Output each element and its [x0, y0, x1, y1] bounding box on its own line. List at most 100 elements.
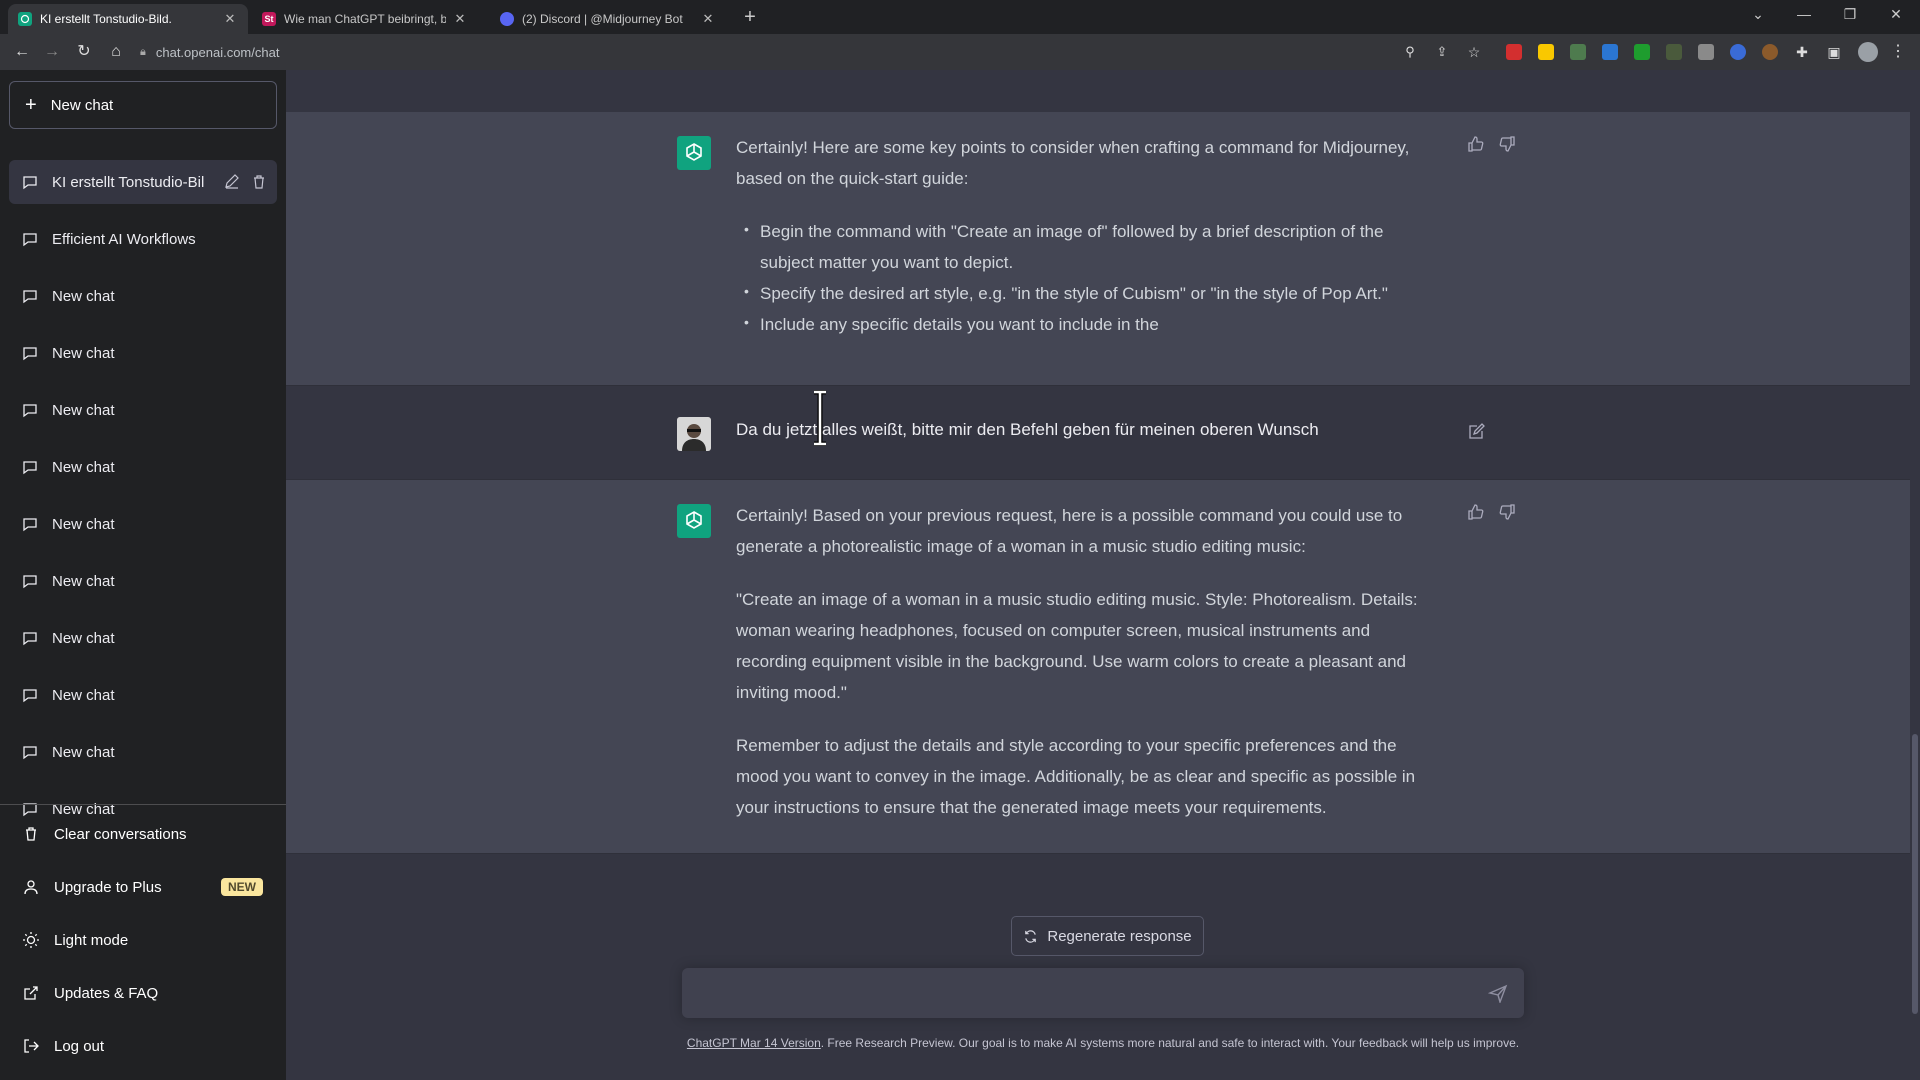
tab-title: Wie man ChatGPT beibringt, bes — [284, 12, 446, 26]
chat-scrollbar[interactable] — [1912, 734, 1918, 1014]
conversation-item[interactable]: New chat — [9, 274, 277, 318]
conversation-label: New chat — [52, 287, 115, 305]
camera-extension-icon[interactable] — [1698, 44, 1714, 60]
conversation-item[interactable]: New chat — [9, 616, 277, 660]
conversation-item[interactable]: New chat — [9, 730, 277, 774]
close-tab-icon[interactable]: ✕ — [700, 11, 716, 27]
extension-brown-icon[interactable] — [1762, 44, 1778, 60]
bullet-item: Include any specific details you want to… — [736, 307, 1436, 340]
conversation-item[interactable]: New chat — [9, 673, 277, 717]
trash-icon — [26, 827, 36, 841]
browser-tab-bar: KI erstellt Tonstudio-Bild. ✕ St Wie man… — [0, 0, 1920, 34]
zoom-icon[interactable]: ⚲ — [1398, 40, 1422, 64]
thumbs-down-icon[interactable] — [1497, 134, 1517, 154]
regenerate-response-button[interactable]: Regenerate response — [1011, 916, 1204, 956]
light-mode-button[interactable]: Light mode — [9, 918, 277, 962]
conversation-item-active[interactable]: KI erstellt Tonstudio-Bil — [9, 160, 277, 204]
chat-bubble-icon — [23, 518, 37, 532]
thumbs-up-icon[interactable] — [1466, 502, 1486, 522]
regenerate-label: Regenerate response — [1047, 927, 1192, 945]
conversation-label: New chat — [52, 572, 115, 590]
user-message: Da du jetzt alles weißt, bitte mir den B… — [286, 386, 1910, 480]
conversation-item[interactable]: New chat — [9, 331, 277, 375]
st-favicon-icon: St — [262, 12, 276, 26]
tab-search-icon[interactable]: ⌄ — [1736, 0, 1780, 30]
assistant-message-text: Certainly! Here are some key points to c… — [736, 132, 1436, 340]
clear-conversations-button[interactable]: Clear conversations — [9, 812, 277, 856]
conversation-label: New chat — [52, 401, 115, 419]
conversation-item[interactable]: Efficient AI Workflows — [9, 217, 277, 261]
extension-yellow-icon[interactable] — [1538, 44, 1554, 60]
external-link-icon — [24, 986, 38, 1000]
sun-icon — [23, 932, 39, 948]
upgrade-label: Upgrade to Plus — [54, 878, 162, 896]
edit-pencil-icon[interactable] — [223, 173, 241, 191]
upgrade-to-plus-button[interactable]: Upgrade to Plus NEW — [9, 865, 277, 909]
thumbs-down-icon[interactable] — [1497, 502, 1517, 522]
clear-conversations-label: Clear conversations — [54, 825, 187, 843]
close-window-icon[interactable]: ✕ — [1874, 0, 1918, 30]
chat-bubble-icon — [23, 746, 37, 760]
lock-icon: 🔒︎ — [140, 45, 146, 58]
browser-menu-icon[interactable]: ⋮ — [1886, 40, 1910, 64]
trash-icon[interactable] — [250, 173, 268, 191]
tab-title: (2) Discord | @Midjourney Bot — [522, 12, 683, 26]
message-input[interactable] — [698, 980, 1458, 1006]
address-bar[interactable]: 🔒︎ chat.openai.com/chat — [140, 38, 1400, 66]
version-link[interactable]: ChatGPT Mar 14 Version — [687, 1036, 821, 1050]
adblock-extension-icon[interactable] — [1506, 44, 1522, 60]
download-extension-icon[interactable] — [1634, 44, 1650, 60]
send-icon[interactable] — [1488, 983, 1508, 1003]
edit-message-icon[interactable] — [1466, 422, 1486, 442]
conversation-item[interactable]: New chat — [9, 559, 277, 603]
reload-icon[interactable]: ↻ — [72, 40, 96, 64]
conversation-label: New chat — [52, 515, 115, 533]
refresh-icon — [1025, 929, 1037, 943]
sidebar-divider — [0, 804, 286, 805]
chatgpt-logo-icon — [677, 504, 711, 538]
chat-bubble-icon — [23, 689, 37, 703]
chat-bubble-icon — [23, 575, 37, 589]
thumbs-up-icon[interactable] — [1466, 134, 1486, 154]
conversation-item[interactable]: New chat — [9, 502, 277, 546]
close-tab-icon[interactable]: ✕ — [222, 11, 238, 27]
minimize-icon[interactable]: — — [1782, 0, 1826, 30]
assistant-message: Certainly! Based on your previous reques… — [286, 480, 1910, 854]
conversation-list[interactable]: KI erstellt Tonstudio-Bil Efficient AI W… — [0, 150, 286, 880]
bullet-item: Begin the command with "Create an image … — [736, 214, 1436, 278]
chat-bubble-icon — [23, 404, 37, 418]
conversation-label: Efficient AI Workflows — [52, 230, 196, 248]
chat-top-gap — [286, 70, 1920, 112]
conversation-item[interactable]: New chat — [9, 445, 277, 489]
extension-green-icon[interactable] — [1570, 44, 1586, 60]
new-badge: NEW — [221, 878, 263, 896]
extension-blue-icon[interactable] — [1602, 44, 1618, 60]
extension-b-icon[interactable] — [1666, 44, 1682, 60]
back-icon[interactable]: ← — [10, 40, 34, 64]
profile-avatar-icon[interactable] — [1858, 42, 1878, 62]
new-chat-button[interactable]: + New chat — [9, 81, 277, 129]
chat-bubble-icon — [23, 632, 37, 646]
side-panel-icon[interactable]: ▣ — [1822, 40, 1846, 64]
user-avatar — [677, 417, 711, 451]
forward-icon[interactable]: → — [40, 40, 64, 64]
close-tab-icon[interactable]: ✕ — [452, 11, 468, 27]
bookmark-star-icon[interactable]: ☆ — [1462, 40, 1486, 64]
extension-globe-icon[interactable] — [1730, 44, 1746, 60]
chat-bubble-icon — [23, 461, 37, 475]
browser-tab-article[interactable]: St Wie man ChatGPT beibringt, bes ✕ — [252, 4, 478, 34]
message-paragraph: Certainly! Here are some key points to c… — [736, 138, 1410, 188]
extensions-puzzle-icon[interactable]: ✚ — [1790, 40, 1814, 64]
share-icon[interactable]: ⇪ — [1430, 40, 1454, 64]
log-out-label: Log out — [54, 1037, 105, 1055]
home-icon[interactable]: ⌂ — [104, 40, 128, 64]
updates-faq-link[interactable]: Updates & FAQ — [9, 971, 277, 1015]
conversation-item[interactable]: New chat — [9, 388, 277, 432]
log-out-button[interactable]: Log out — [9, 1024, 277, 1068]
maximize-icon[interactable]: ❐ — [1828, 0, 1872, 30]
conversation-label: New chat — [52, 458, 115, 476]
new-tab-button[interactable]: + — [738, 6, 762, 30]
browser-tab-discord[interactable]: (2) Discord | @Midjourney Bot ✕ — [490, 4, 726, 34]
message-composer — [682, 968, 1524, 1018]
browser-tab-chatgpt[interactable]: KI erstellt Tonstudio-Bild. ✕ — [8, 4, 248, 34]
